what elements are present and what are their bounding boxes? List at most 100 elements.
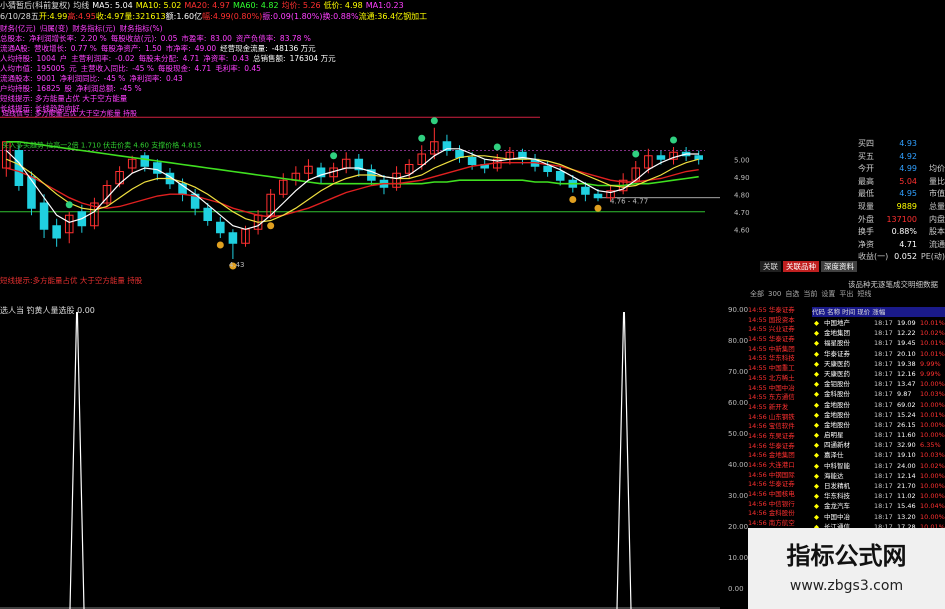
panel-tab[interactable]: 关联品种 [783, 261, 819, 272]
info-cell: 人均持股: [0, 54, 33, 63]
feed-item[interactable]: 14:56 山东钢铁 [748, 413, 810, 423]
feed-item[interactable]: 14:55 华东科技 [748, 354, 810, 364]
stock-price: 11.02 [897, 492, 916, 501]
signal-marker [418, 134, 426, 142]
feed-item[interactable]: 14:56 金科股份 [748, 509, 810, 519]
feed-item[interactable]: 14:55 新开发 [748, 403, 810, 413]
feed-item[interactable]: 14:55 华泰证券 [748, 335, 810, 345]
table-row[interactable]: ◆ 启明星 18:17 11.60 10.00% [812, 430, 945, 440]
feed-item[interactable]: 14:56 金地集团 [748, 451, 810, 461]
table-row[interactable]: ◆ 中科智能 18:17 24.00 10.02% [812, 461, 945, 471]
feed-item[interactable]: 14:56 华泰证券 [748, 442, 810, 452]
table-row[interactable]: ◆ 金地集团 18:17 12.22 10.02% [812, 328, 945, 338]
candlestick-chart[interactable]: 4.43 4.76 - 4.77 买入多头趋势 拉高一2倍 1.710 伏击价卖 4… [0, 98, 720, 273]
row-icon: ◆ [814, 410, 819, 419]
feed-item[interactable]: 14:56 宝信软件 [748, 422, 810, 432]
info-cell: 0.77 % [70, 44, 97, 53]
filter-tab[interactable]: 设置 [821, 290, 835, 298]
header-field: MA10: 5.02 [135, 1, 182, 10]
feed-item[interactable]: 14:55 兴业证券 [748, 325, 810, 335]
info-cell: 人均市值: [0, 64, 33, 73]
table-row[interactable]: ◆ 金钼股份 18:17 13.47 10.00% [812, 379, 945, 389]
stock-change: 10.02% [920, 461, 945, 470]
table-row[interactable]: ◆ 四通新材 18:17 32.90 6.35% [812, 440, 945, 450]
filter-tab[interactable]: 300 [768, 290, 781, 298]
row-icon: ◆ [814, 390, 819, 399]
table-row[interactable]: ◆ 福星股份 18:17 19.45 10.01% [812, 338, 945, 348]
signal-marker [670, 136, 678, 144]
feed-item[interactable]: 14:55 华泰证券 [748, 306, 810, 316]
table-row[interactable]: ◆ 金龙汽车 18:17 15.46 10.04% [812, 501, 945, 511]
table-row[interactable]: ◆ 日发精机 18:17 21.70 10.00% [812, 481, 945, 491]
quote-value: 4.95 [899, 189, 917, 199]
indicator-tick: 80.00 [728, 337, 749, 345]
table-row[interactable]: ◆ 华东科技 18:17 11.02 10.00% [812, 491, 945, 501]
stock-change: 10.00% [920, 431, 945, 440]
feed-item[interactable]: 14:55 中国重工 [748, 364, 810, 374]
info-cell: 1.50 [144, 44, 162, 53]
row-icon: ◆ [814, 319, 819, 327]
feed-item[interactable]: 14:56 东吴证券 [748, 432, 810, 442]
table-row[interactable]: ◆ 海能达 18:17 12.14 10.00% [812, 471, 945, 481]
table-row[interactable]: ◆ 华泰证券 18:17 20.10 10.01% [812, 349, 945, 359]
indicator-chart[interactable] [0, 312, 720, 609]
stock-name: 金钼股份 [824, 380, 850, 389]
feed-item[interactable]: 14:55 中新集团 [748, 345, 810, 355]
stock-name: 中国地产 [824, 319, 850, 327]
indicator-tick: 50.00 [728, 430, 749, 438]
panel-tab[interactable]: 深度资料 [821, 261, 857, 272]
stock-name: 日发精机 [824, 482, 850, 490]
info-cell: 财务指标(%) [119, 24, 163, 33]
info-cell: 9001 [36, 74, 56, 83]
info-cell: -45 % [132, 64, 154, 73]
feed-item[interactable]: 14:56 中钢国际 [748, 471, 810, 481]
table-row[interactable]: ◆ 金地股份 18:17 69.02 10.00% [812, 400, 945, 410]
info-row: 人均持股: 1004 户主营利润率: -0.02 每股未分配: 4.71 净资率: 0.43 总… [0, 54, 340, 64]
stock-time: 18:17 [874, 441, 893, 450]
table-row[interactable]: ◆ 金地股份 18:17 26.15 10.00% [812, 420, 945, 430]
table-row[interactable]: ◆ 嘉泽仕 18:17 19.10 10.03% [812, 450, 945, 460]
list-filter-tabs[interactable]: 全部 300 自选 当前 设置 平出 短线 [750, 289, 875, 299]
info-cell: 毛利率: [215, 64, 241, 73]
header-field: 小猜暂后(科前复权) [0, 1, 71, 10]
candle-body [656, 155, 666, 160]
indicator-tick: 20.00 [728, 523, 749, 531]
watermark-banner: 指标公式网 www.zbgs3.com [748, 528, 945, 609]
panel-tab[interactable]: 关联 [760, 261, 781, 272]
feed-item[interactable]: 14:56 大连港口 [748, 461, 810, 471]
stock-name: 天康医药 [824, 369, 850, 378]
filter-tab[interactable]: 平出 [839, 290, 853, 298]
table-row[interactable]: ◆ 金科股份 18:17 9.87 10.03% [812, 389, 945, 399]
row-icon: ◆ [814, 431, 819, 440]
stock-price: 24.00 [897, 461, 916, 470]
feed-item[interactable]: 14:56 中信银行 [748, 500, 810, 510]
table-row[interactable]: ◆ 中国中冶 18:17 13.20 10.00% [812, 512, 945, 522]
feed-item[interactable]: 14:55 东方通信 [748, 393, 810, 403]
filter-tab[interactable]: 短线 [857, 290, 871, 298]
stock-time: 18:17 [874, 369, 893, 378]
filter-tab[interactable]: 当前 [803, 290, 817, 298]
quote-value: 4.93 [899, 139, 917, 148]
quote-label: 现量 [858, 201, 874, 211]
info-cell: 0.43 [165, 74, 183, 83]
hint-text: 短线信号: 多方能量占优 大于空方能量 持股 [2, 108, 137, 117]
filter-tab[interactable]: 自选 [785, 290, 799, 298]
feed-item[interactable]: 14:55 北方稀土 [748, 374, 810, 384]
table-row[interactable]: ◆ 天康医药 18:17 12.16 9.99% [812, 369, 945, 379]
feed-item[interactable]: 14:56 华泰证券 [748, 480, 810, 490]
table-row[interactable]: ◆ 天康医药 18:17 19.38 9.99% [812, 359, 945, 369]
stock-change: 10.04% [920, 502, 945, 511]
info-cell: 净利润增长率: [29, 34, 77, 43]
table-row[interactable]: ◆ 中国地产 18:17 19.09 10.01% [812, 318, 945, 328]
table-row[interactable]: ◆ 金地股份 18:17 15.24 10.01% [812, 410, 945, 420]
feed-item[interactable]: 14:55 中国中冶 [748, 384, 810, 394]
panel-tabs[interactable]: 关联 关联品种 深度资料 [760, 261, 945, 273]
stock-price: 19.38 [897, 359, 916, 368]
feed-item[interactable]: 14:56 中国核电 [748, 490, 810, 500]
stock-name: 嘉泽仕 [824, 451, 844, 460]
quote-label: 换手 [858, 227, 874, 237]
feed-item[interactable]: 14:55 国投资本 [748, 316, 810, 326]
filter-tab[interactable]: 全部 [750, 290, 764, 298]
row-icon: ◆ [814, 369, 819, 378]
summary-field: 幅:4.99(0.80%) [202, 12, 263, 21]
